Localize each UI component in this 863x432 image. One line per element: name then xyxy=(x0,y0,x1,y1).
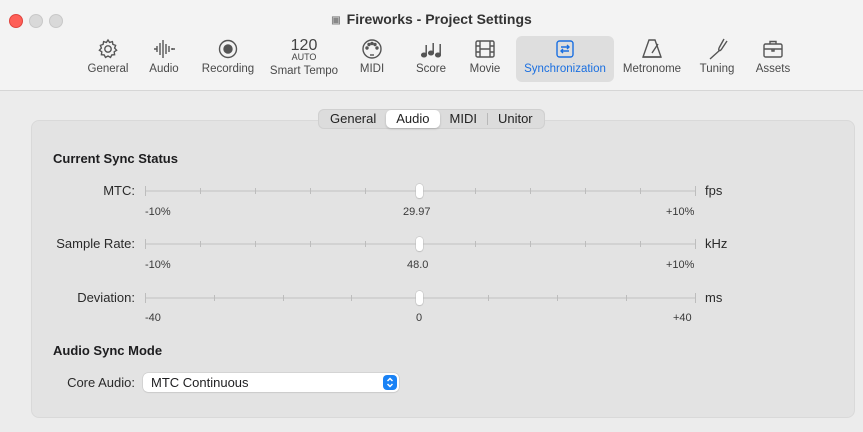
tuning-fork-icon xyxy=(709,38,728,60)
mtc-indicator xyxy=(416,184,423,198)
waveform-icon xyxy=(154,40,175,58)
mtc-unit: fps xyxy=(705,183,723,198)
tempo-mode: AUTO xyxy=(291,52,317,62)
deviation-center-label: 0 xyxy=(416,312,423,324)
toolbar-assets-label: Assets xyxy=(755,63,791,75)
sync-icon xyxy=(556,40,574,58)
tempo-value: 120 xyxy=(290,37,318,54)
document-icon: ▣ xyxy=(331,15,341,26)
mtc-tick xyxy=(530,188,531,194)
toolbar-score-label: Score xyxy=(415,63,447,75)
core-audio-label: Core Audio: xyxy=(67,375,135,390)
chevron-updown-icon xyxy=(383,375,397,390)
sample-rate-tick xyxy=(200,241,201,247)
toolbar-midi-label: MIDI xyxy=(359,63,385,75)
toolbar-audio-label: Audio xyxy=(149,63,179,75)
toolbar-metronome[interactable]: Metronome xyxy=(618,36,686,82)
mtc-tick xyxy=(200,188,201,194)
toolbar-score[interactable]: Score xyxy=(408,36,454,82)
deviation-unit: ms xyxy=(705,290,723,305)
sample-rate-tick xyxy=(530,241,531,247)
deviation-tick xyxy=(488,295,489,301)
film-icon xyxy=(475,40,495,58)
toolbar-smart-tempo-label: Smart Tempo xyxy=(269,65,339,77)
toolbar-tuning-label: Tuning xyxy=(699,63,735,75)
mtc-tick xyxy=(475,188,476,194)
sample-rate-indicator xyxy=(416,237,423,251)
title-bar: ▣ Fireworks - Project Settings General Au… xyxy=(0,0,863,91)
deviation-meter-end xyxy=(695,293,696,303)
tab-unitor[interactable]: Unitor xyxy=(488,110,543,128)
deviation-tick xyxy=(351,295,352,301)
core-audio-sync-select[interactable]: MTC Continuous xyxy=(143,373,399,392)
mtc-tick xyxy=(310,188,311,194)
sample-rate-tick xyxy=(365,241,366,247)
mtc-tick xyxy=(585,188,586,194)
toolbar-recording-label: Recording xyxy=(201,63,255,75)
sample-rate-min-label: -10% xyxy=(145,259,171,271)
deviation-meter-start xyxy=(145,293,146,303)
toolbar-general[interactable]: General xyxy=(80,36,136,82)
sample-rate-meter-end xyxy=(695,239,696,249)
tab-midi[interactable]: MIDI xyxy=(440,110,487,128)
metronome-icon xyxy=(642,39,662,58)
record-icon xyxy=(218,39,238,59)
toolbar-movie-label: Movie xyxy=(469,63,501,75)
deviation-tick xyxy=(283,295,284,301)
project-settings-window: ▣ Fireworks - Project Settings General Au… xyxy=(0,0,863,432)
toolbar-general-label: General xyxy=(87,63,129,75)
core-audio-sync-value: MTC Continuous xyxy=(151,375,249,390)
toolbar-movie[interactable]: Movie xyxy=(462,36,508,82)
deviation-min-label: -40 xyxy=(145,312,161,324)
midi-port-icon xyxy=(362,39,382,59)
mtc-min-label: -10% xyxy=(145,206,171,218)
briefcase-icon xyxy=(763,40,783,58)
mtc-tick xyxy=(640,188,641,194)
current-sync-status-heading: Current Sync Status xyxy=(53,151,178,166)
deviation-indicator xyxy=(416,291,423,305)
deviation-max-label: +40 xyxy=(673,312,692,324)
toolbar-midi[interactable]: MIDI xyxy=(350,36,394,82)
toolbar-metronome-label: Metronome xyxy=(622,63,682,75)
toolbar-audio[interactable]: Audio xyxy=(142,36,186,82)
mtc-center-label: 29.97 xyxy=(403,206,431,218)
sample-rate-tick xyxy=(255,241,256,247)
sample-rate-tick xyxy=(585,241,586,247)
gear-icon xyxy=(98,38,118,59)
tempo-icon: 120 AUTO xyxy=(264,38,344,64)
deviation-tick xyxy=(626,295,627,301)
mtc-label: MTC: xyxy=(103,183,135,198)
mtc-tick xyxy=(365,188,366,194)
sync-subtabs: General Audio MIDI Unitor xyxy=(318,109,545,129)
deviation-tick xyxy=(214,295,215,301)
toolbar-smart-tempo[interactable]: 120 AUTO Smart Tempo xyxy=(264,36,344,82)
audio-sync-mode-heading: Audio Sync Mode xyxy=(53,343,163,358)
sample-rate-max-label: +10% xyxy=(666,259,695,271)
deviation-tick xyxy=(557,295,558,301)
window-title: ▣ Fireworks - Project Settings xyxy=(0,11,863,27)
sample-rate-tick xyxy=(475,241,476,247)
mtc-tick xyxy=(255,188,256,194)
sample-rate-unit: kHz xyxy=(705,236,728,251)
music-notes-icon xyxy=(420,43,442,58)
toolbar-synchronization-label: Synchronization xyxy=(524,63,606,75)
toolbar-synchronization[interactable]: Synchronization xyxy=(516,36,614,82)
sample-rate-tick xyxy=(310,241,311,247)
mtc-meter-start xyxy=(145,186,146,196)
toolbar-assets[interactable]: Assets xyxy=(748,36,798,82)
mtc-meter-end xyxy=(695,186,696,196)
window-bottom-edge xyxy=(0,421,863,432)
tab-general[interactable]: General xyxy=(320,110,386,128)
tab-audio[interactable]: Audio xyxy=(386,110,440,128)
sample-rate-center-label: 48.0 xyxy=(407,259,429,271)
toolbar-recording[interactable]: Recording xyxy=(196,36,260,82)
sample-rate-label: Sample Rate: xyxy=(56,236,135,251)
sample-rate-meter-start xyxy=(145,239,146,249)
deviation-label: Deviation: xyxy=(77,290,135,305)
toolbar-tuning[interactable]: Tuning xyxy=(692,36,742,82)
window-title-text: Fireworks - Project Settings xyxy=(346,11,532,27)
sample-rate-tick xyxy=(640,241,641,247)
mtc-max-label: +10% xyxy=(666,206,695,218)
settings-toolbar: General Audio Recording 120 AUTO Smart T… xyxy=(0,36,863,84)
